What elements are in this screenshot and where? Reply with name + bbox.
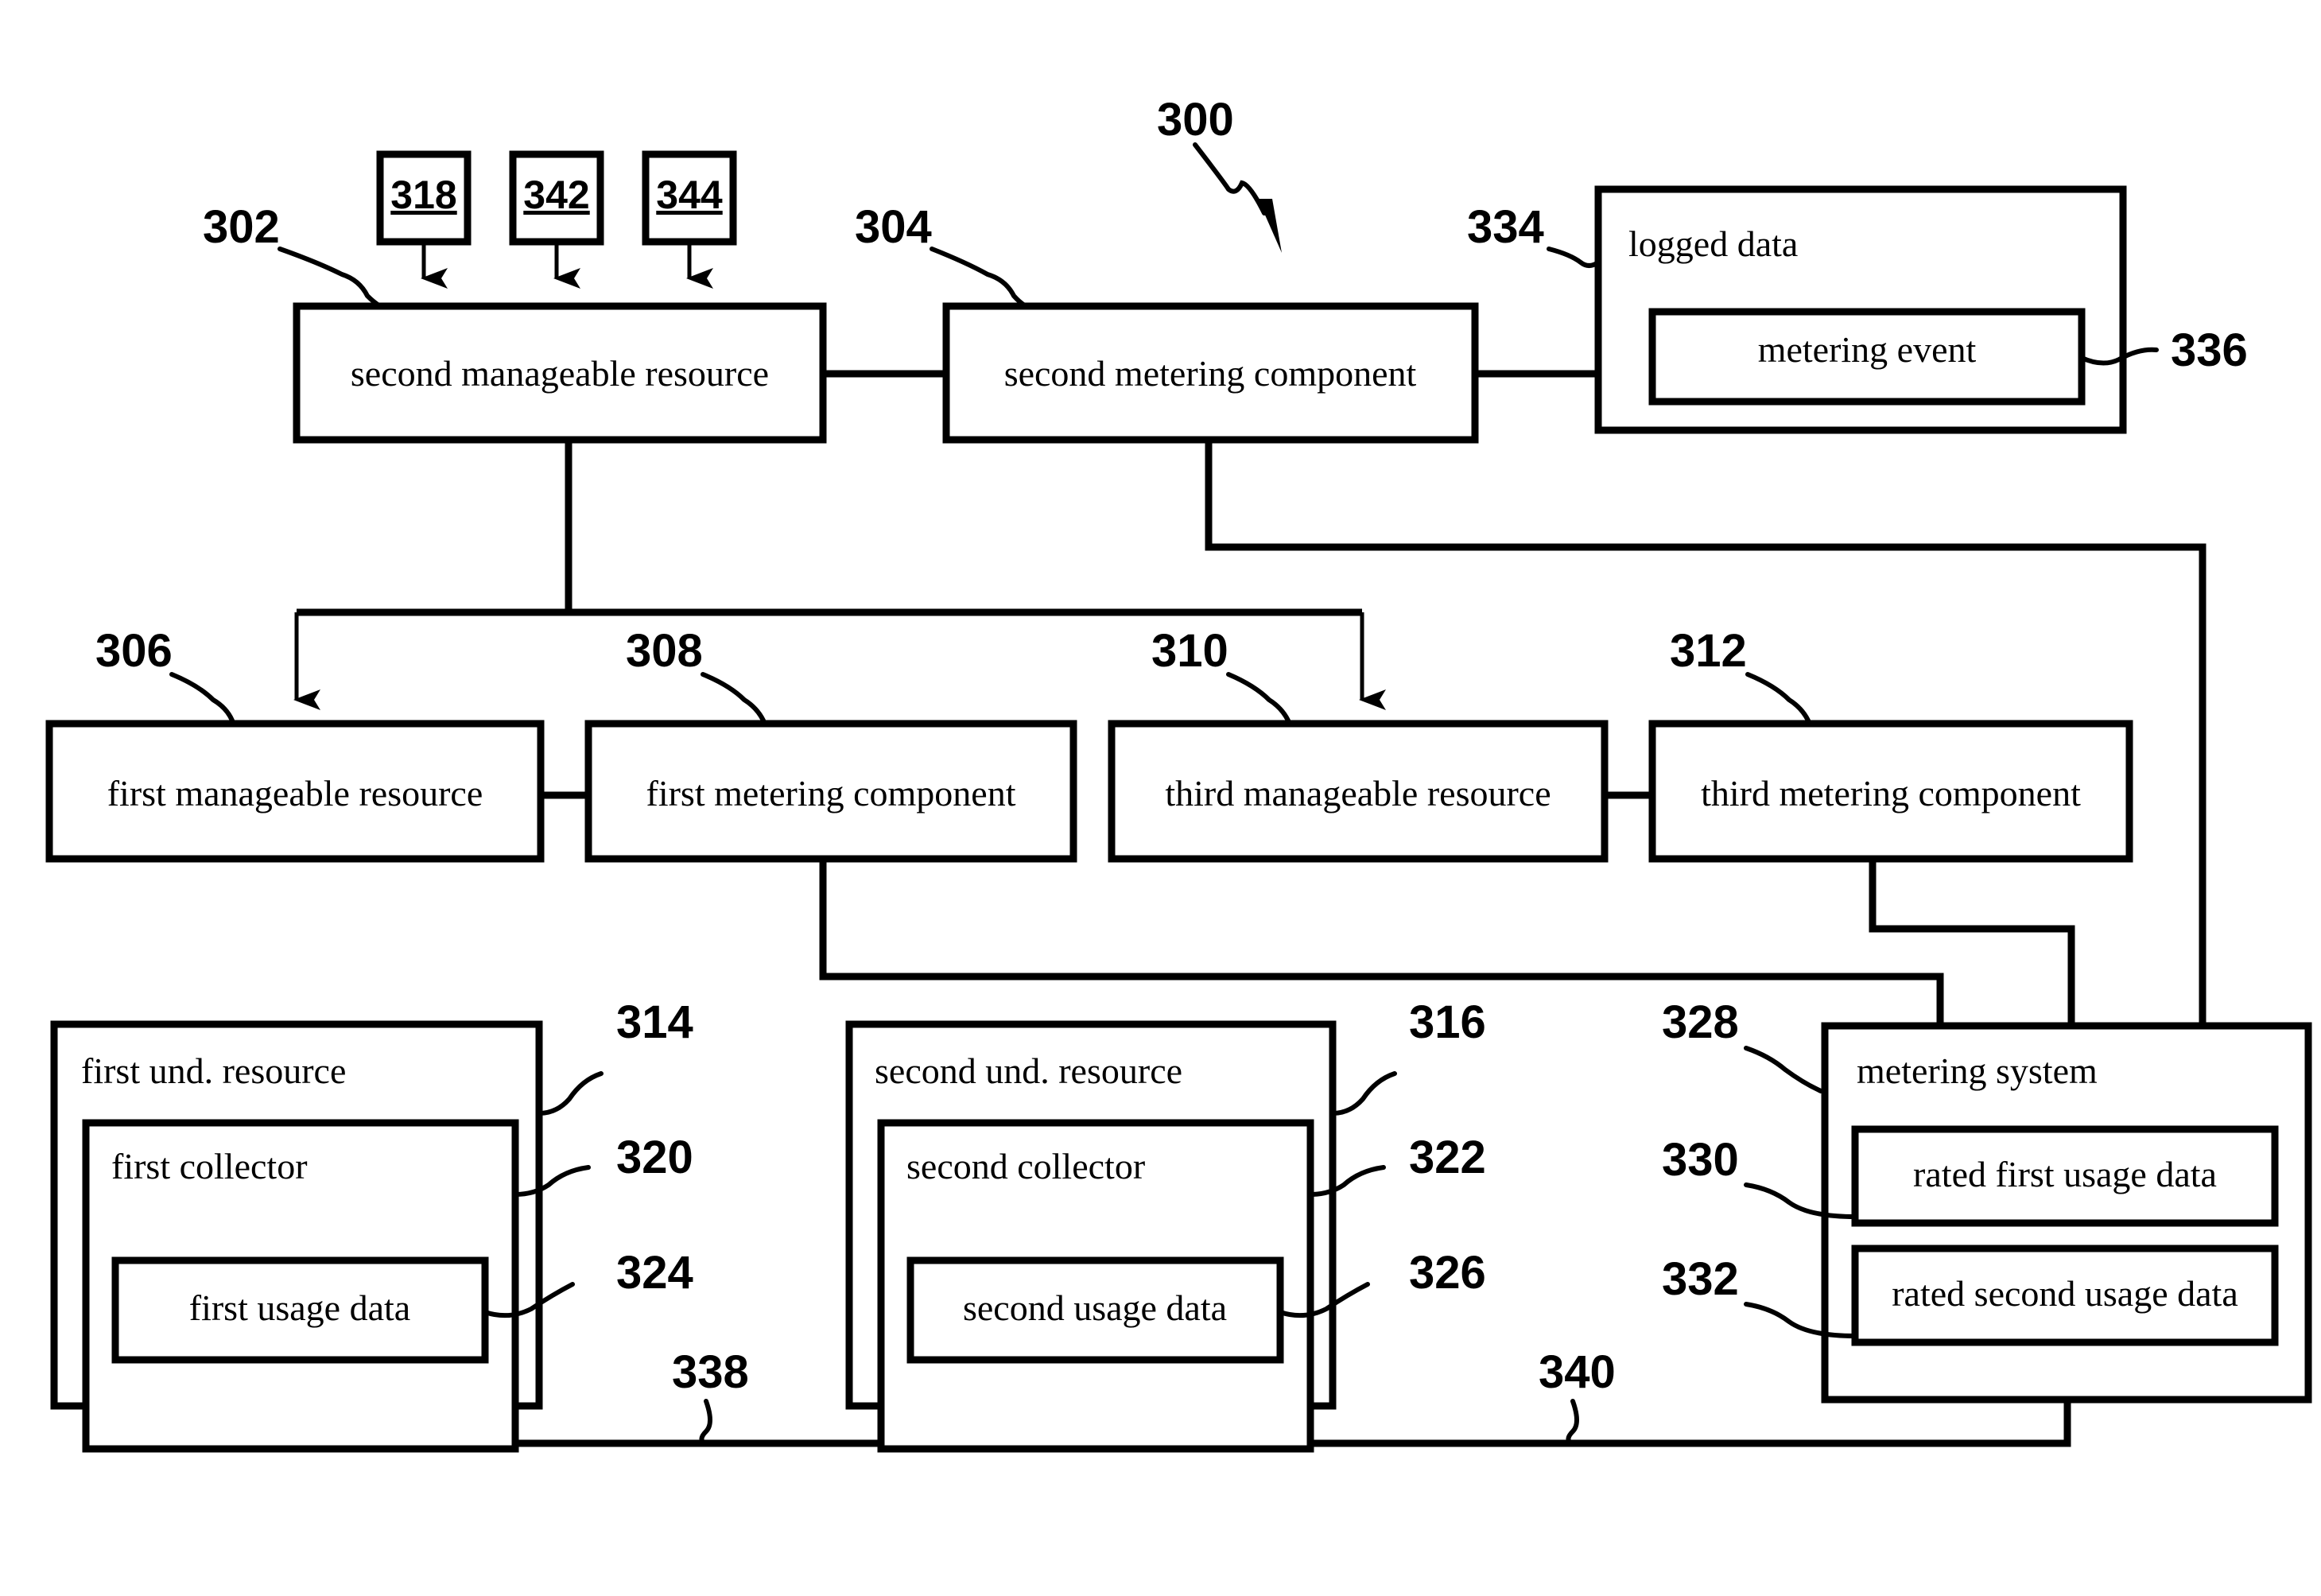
block-first-metering-component[interactable]: first metering component <box>584 720 1077 863</box>
ref-314: 314 <box>616 996 693 1048</box>
ref-332: 332 <box>1662 1253 1739 1305</box>
block-metering-event[interactable]: metering event <box>1648 308 2086 406</box>
ref-302-leader <box>278 247 382 309</box>
link-308-to-metering-system <box>819 859 1944 1026</box>
ref-310: 310 <box>1151 625 1228 677</box>
block-second-metering-component-label: second metering component <box>1004 353 1417 394</box>
link-312-to-metering-system <box>1869 859 2075 1026</box>
ref-336: 336 <box>2171 324 2248 376</box>
ref-316-leader <box>1330 1071 1397 1116</box>
tag-342-label: 342 <box>523 173 589 217</box>
block-second-usage-data-label: second usage data <box>963 1287 1227 1328</box>
block-metering-system-label: metering system <box>1857 1050 2098 1091</box>
ref-302: 302 <box>203 201 280 253</box>
block-first-und-resource-label: first und. resource <box>81 1050 346 1091</box>
ref-304-leader <box>930 247 1028 309</box>
patent-figure: 318 342 344 300 second manageable resour… <box>0 0 2321 1596</box>
ref-328-leader <box>1744 1046 1823 1093</box>
block-third-metering-component-label: third metering component <box>1701 773 2081 814</box>
ref-316: 316 <box>1409 996 1486 1048</box>
ref-338: 338 <box>672 1346 749 1398</box>
block-second-usage-data[interactable]: second usage data <box>906 1256 1284 1364</box>
block-rated-second-usage-data[interactable]: rated second usage data <box>1851 1245 2279 1346</box>
block-first-collector-label: first collector <box>111 1146 308 1186</box>
ref-340-leader <box>1566 1399 1579 1446</box>
block-metering-event-label: metering event <box>1758 329 1977 370</box>
block-first-usage-data[interactable]: first usage data <box>111 1256 489 1364</box>
ref-330: 330 <box>1662 1134 1739 1186</box>
block-second-collector-label: second collector <box>906 1146 1145 1186</box>
block-first-usage-data-label: first usage data <box>189 1287 410 1328</box>
tag-box-342: 342 <box>509 150 604 289</box>
ref-312: 312 <box>1670 625 1747 677</box>
block-diagram-canvas: 318 342 344 300 second manageable resour… <box>45 94 2312 1453</box>
ref-308: 308 <box>626 625 703 677</box>
block-rated-second-usage-data-label: rated second usage data <box>1892 1273 2238 1314</box>
block-third-metering-component[interactable]: third metering component <box>1648 720 2133 863</box>
figure-ref-300-leader <box>1193 142 1267 216</box>
block-first-manageable-resource-label: first manageable resource <box>107 773 483 814</box>
ref-304: 304 <box>855 201 932 253</box>
ref-322: 322 <box>1409 1132 1486 1183</box>
block-rated-first-usage-data[interactable]: rated first usage data <box>1851 1125 2279 1227</box>
ref-326: 326 <box>1409 1247 1486 1299</box>
block-second-manageable-resource[interactable]: second manageable resource <box>293 302 827 444</box>
ref-320: 320 <box>616 1132 693 1183</box>
block-logged-data-label: logged data <box>1628 223 1798 264</box>
ref-338-leader <box>699 1399 712 1446</box>
block-second-und-resource-label: second und. resource <box>875 1050 1182 1091</box>
tag-box-344: 344 <box>642 150 737 289</box>
block-second-manageable-resource-label: second manageable resource <box>351 353 769 394</box>
ref-306-leader <box>169 672 235 723</box>
ref-308-leader <box>701 672 766 723</box>
ref-314-leader <box>537 1071 604 1116</box>
ref-312-leader <box>1745 672 1811 723</box>
tag-344-label: 344 <box>656 173 723 217</box>
ref-334-leader <box>1547 247 1601 268</box>
ref-334: 334 <box>1467 201 1544 253</box>
tag-box-318: 318 <box>376 150 472 289</box>
ref-306: 306 <box>95 625 173 677</box>
ref-340: 340 <box>1539 1346 1616 1398</box>
block-third-manageable-resource[interactable]: third manageable resource <box>1108 720 1609 863</box>
block-third-manageable-resource-label: third manageable resource <box>1165 773 1551 814</box>
ref-328: 328 <box>1662 996 1739 1048</box>
block-rated-first-usage-data-label: rated first usage data <box>1913 1154 2217 1194</box>
ref-324: 324 <box>616 1247 693 1299</box>
block-first-metering-component-label: first metering component <box>646 773 1016 814</box>
block-first-manageable-resource[interactable]: first manageable resource <box>45 720 545 863</box>
tag-318-label: 318 <box>390 173 456 217</box>
figure-ref-300: 300 <box>1157 94 1234 146</box>
block-second-metering-component[interactable]: second metering component <box>942 302 1479 444</box>
ref-310-leader <box>1226 672 1291 723</box>
